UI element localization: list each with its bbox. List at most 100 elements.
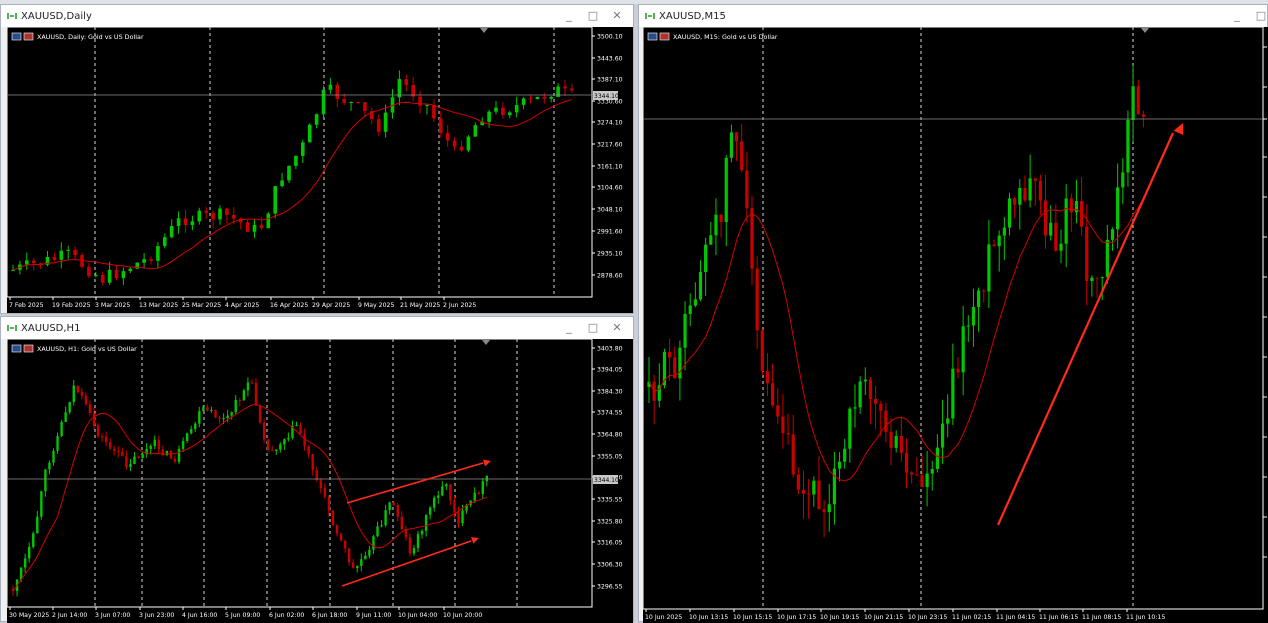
window-icon bbox=[11, 344, 22, 353]
y-tick-label: 2991.60 bbox=[597, 229, 623, 236]
candle-body bbox=[724, 157, 728, 223]
candle-body bbox=[153, 439, 156, 446]
candle-body bbox=[1069, 198, 1073, 213]
candle-body bbox=[473, 125, 478, 137]
candle-body bbox=[262, 422, 266, 440]
candle-body bbox=[218, 208, 222, 220]
candle-body bbox=[951, 368, 955, 419]
candle-body bbox=[894, 435, 898, 448]
chart-window-h1[interactable]: XAUUSD,H1 _ □ ✕ XAUUSD, H1: Gold vs US D… bbox=[0, 316, 634, 623]
minimize-button[interactable]: _ bbox=[557, 317, 581, 339]
x-tick-label: 10 Jun 17:15 bbox=[777, 614, 816, 621]
candle-body bbox=[185, 433, 189, 442]
candle-body bbox=[92, 412, 96, 426]
candle-body bbox=[331, 510, 335, 525]
candle-body bbox=[709, 235, 713, 245]
maximize-button[interactable]: □ bbox=[1249, 5, 1268, 27]
candle-body bbox=[971, 306, 976, 326]
minimize-button[interactable]: _ bbox=[1225, 5, 1249, 27]
y-tick-label: 3355.05 bbox=[597, 454, 623, 461]
x-tick-label: 16 Apr 2025 bbox=[270, 302, 308, 309]
candle-body bbox=[190, 429, 193, 434]
x-tick-label: 11 Jun 02:15 bbox=[952, 614, 991, 621]
flag-icon bbox=[23, 344, 34, 353]
close-button[interactable]: ✕ bbox=[605, 317, 629, 339]
candle-body bbox=[956, 368, 960, 373]
x-tick-label: 6 Jun 18:00 bbox=[312, 612, 347, 619]
candle-body bbox=[445, 132, 450, 141]
chart-canvas-h1[interactable]: XAUUSD, H1: Gold vs US Dollar 3403.80 3394… bbox=[7, 339, 633, 623]
minimize-button[interactable]: _ bbox=[557, 5, 581, 27]
chart-canvas-daily[interactable]: XAUUSD, Daily: Gold vs US Dollar 3500.10 3… bbox=[7, 27, 633, 313]
candle-body bbox=[177, 448, 181, 462]
candle-body bbox=[433, 497, 436, 508]
price-chart-m15: XAUUSD, M15: Gold vs US Dollar 10 Jun 202… bbox=[643, 27, 1267, 621]
candle-body bbox=[729, 132, 733, 158]
candle-body bbox=[323, 487, 327, 497]
candle-body bbox=[113, 448, 116, 451]
x-tick-label: 10 Jun 21:15 bbox=[864, 614, 903, 621]
x-tick-label: 9 May 2025 bbox=[358, 302, 394, 309]
candle-body bbox=[812, 480, 816, 495]
candle-body bbox=[412, 548, 416, 554]
candle-body bbox=[424, 514, 428, 531]
candle-body bbox=[211, 212, 215, 220]
candle-body bbox=[1141, 114, 1145, 117]
candle-body bbox=[437, 495, 440, 498]
price-tag-label: 3344.10 bbox=[594, 477, 619, 484]
y-tick-label: 3306.30 bbox=[597, 562, 623, 569]
candle-body bbox=[56, 436, 59, 451]
chart-canvas-m15[interactable]: XAUUSD, M15: Gold vs US Dollar 10 Jun 202… bbox=[643, 27, 1268, 623]
plot-frame bbox=[643, 27, 1264, 610]
candle-body bbox=[1043, 200, 1048, 236]
maximize-button[interactable]: □ bbox=[581, 5, 605, 27]
candle-body bbox=[279, 444, 282, 450]
x-tick-label: 21 May 2025 bbox=[400, 302, 440, 309]
candle-body bbox=[879, 403, 883, 411]
candle-body bbox=[698, 271, 703, 300]
x-tick-label: 13 Mar 2025 bbox=[139, 302, 178, 309]
window-titlebar[interactable]: XAUUSD,M15 _ □ bbox=[639, 5, 1267, 27]
y-tick-label: 3364.80 bbox=[597, 432, 623, 439]
chart-window-daily[interactable]: XAUUSD,Daily _ □ ✕ XAUUSD, Daily: Gold v… bbox=[0, 4, 634, 314]
candle-body bbox=[946, 418, 950, 424]
window-icon bbox=[11, 32, 22, 41]
candle-body bbox=[1018, 188, 1022, 205]
x-tick-label: 5 Jun 09:00 bbox=[225, 612, 260, 619]
candle-body bbox=[940, 423, 945, 448]
candle-body bbox=[283, 439, 286, 445]
candle-body bbox=[230, 412, 233, 416]
y-tick-label: 3325.80 bbox=[597, 519, 623, 526]
candle-body bbox=[52, 257, 57, 260]
candle-body bbox=[449, 484, 452, 501]
chart-label: XAUUSD, M15: Gold vs US Dollar bbox=[673, 33, 778, 41]
candle-body bbox=[349, 102, 353, 104]
candle-body bbox=[84, 395, 88, 405]
chart-window-icon bbox=[7, 323, 17, 333]
x-tick-label: 11 Jun 10:15 bbox=[1126, 614, 1165, 621]
window-titlebar[interactable]: XAUUSD,Daily _ □ ✕ bbox=[1, 5, 633, 27]
chart-window-m15[interactable]: XAUUSD,M15 _ □ XAUUSD, M15: Gold vs US D… bbox=[638, 4, 1268, 623]
moving-average-line bbox=[12, 99, 573, 271]
candle-body bbox=[853, 407, 857, 409]
candle-body bbox=[801, 489, 806, 494]
candle-body bbox=[439, 118, 443, 133]
close-button[interactable]: ✕ bbox=[605, 5, 629, 27]
candle-body bbox=[807, 493, 811, 495]
x-tick-label: 3 Mar 2025 bbox=[95, 302, 130, 309]
y-tick-label: 3335.55 bbox=[597, 497, 623, 504]
window-titlebar[interactable]: XAUUSD,H1 _ □ ✕ bbox=[1, 317, 633, 339]
candle-body bbox=[327, 496, 331, 511]
chart-label: XAUUSD, Daily: Gold vs US Dollar bbox=[37, 33, 144, 41]
candle-body bbox=[242, 390, 246, 401]
candle-body bbox=[280, 180, 284, 187]
candle-body bbox=[73, 249, 77, 256]
candle-body bbox=[59, 250, 64, 260]
maximize-button[interactable]: □ bbox=[581, 317, 605, 339]
candle-body bbox=[915, 474, 919, 476]
candle-body bbox=[1136, 86, 1140, 115]
candle-body bbox=[428, 507, 432, 515]
candle-body bbox=[245, 222, 250, 232]
candle-body bbox=[420, 530, 424, 535]
candle-body bbox=[11, 269, 15, 271]
